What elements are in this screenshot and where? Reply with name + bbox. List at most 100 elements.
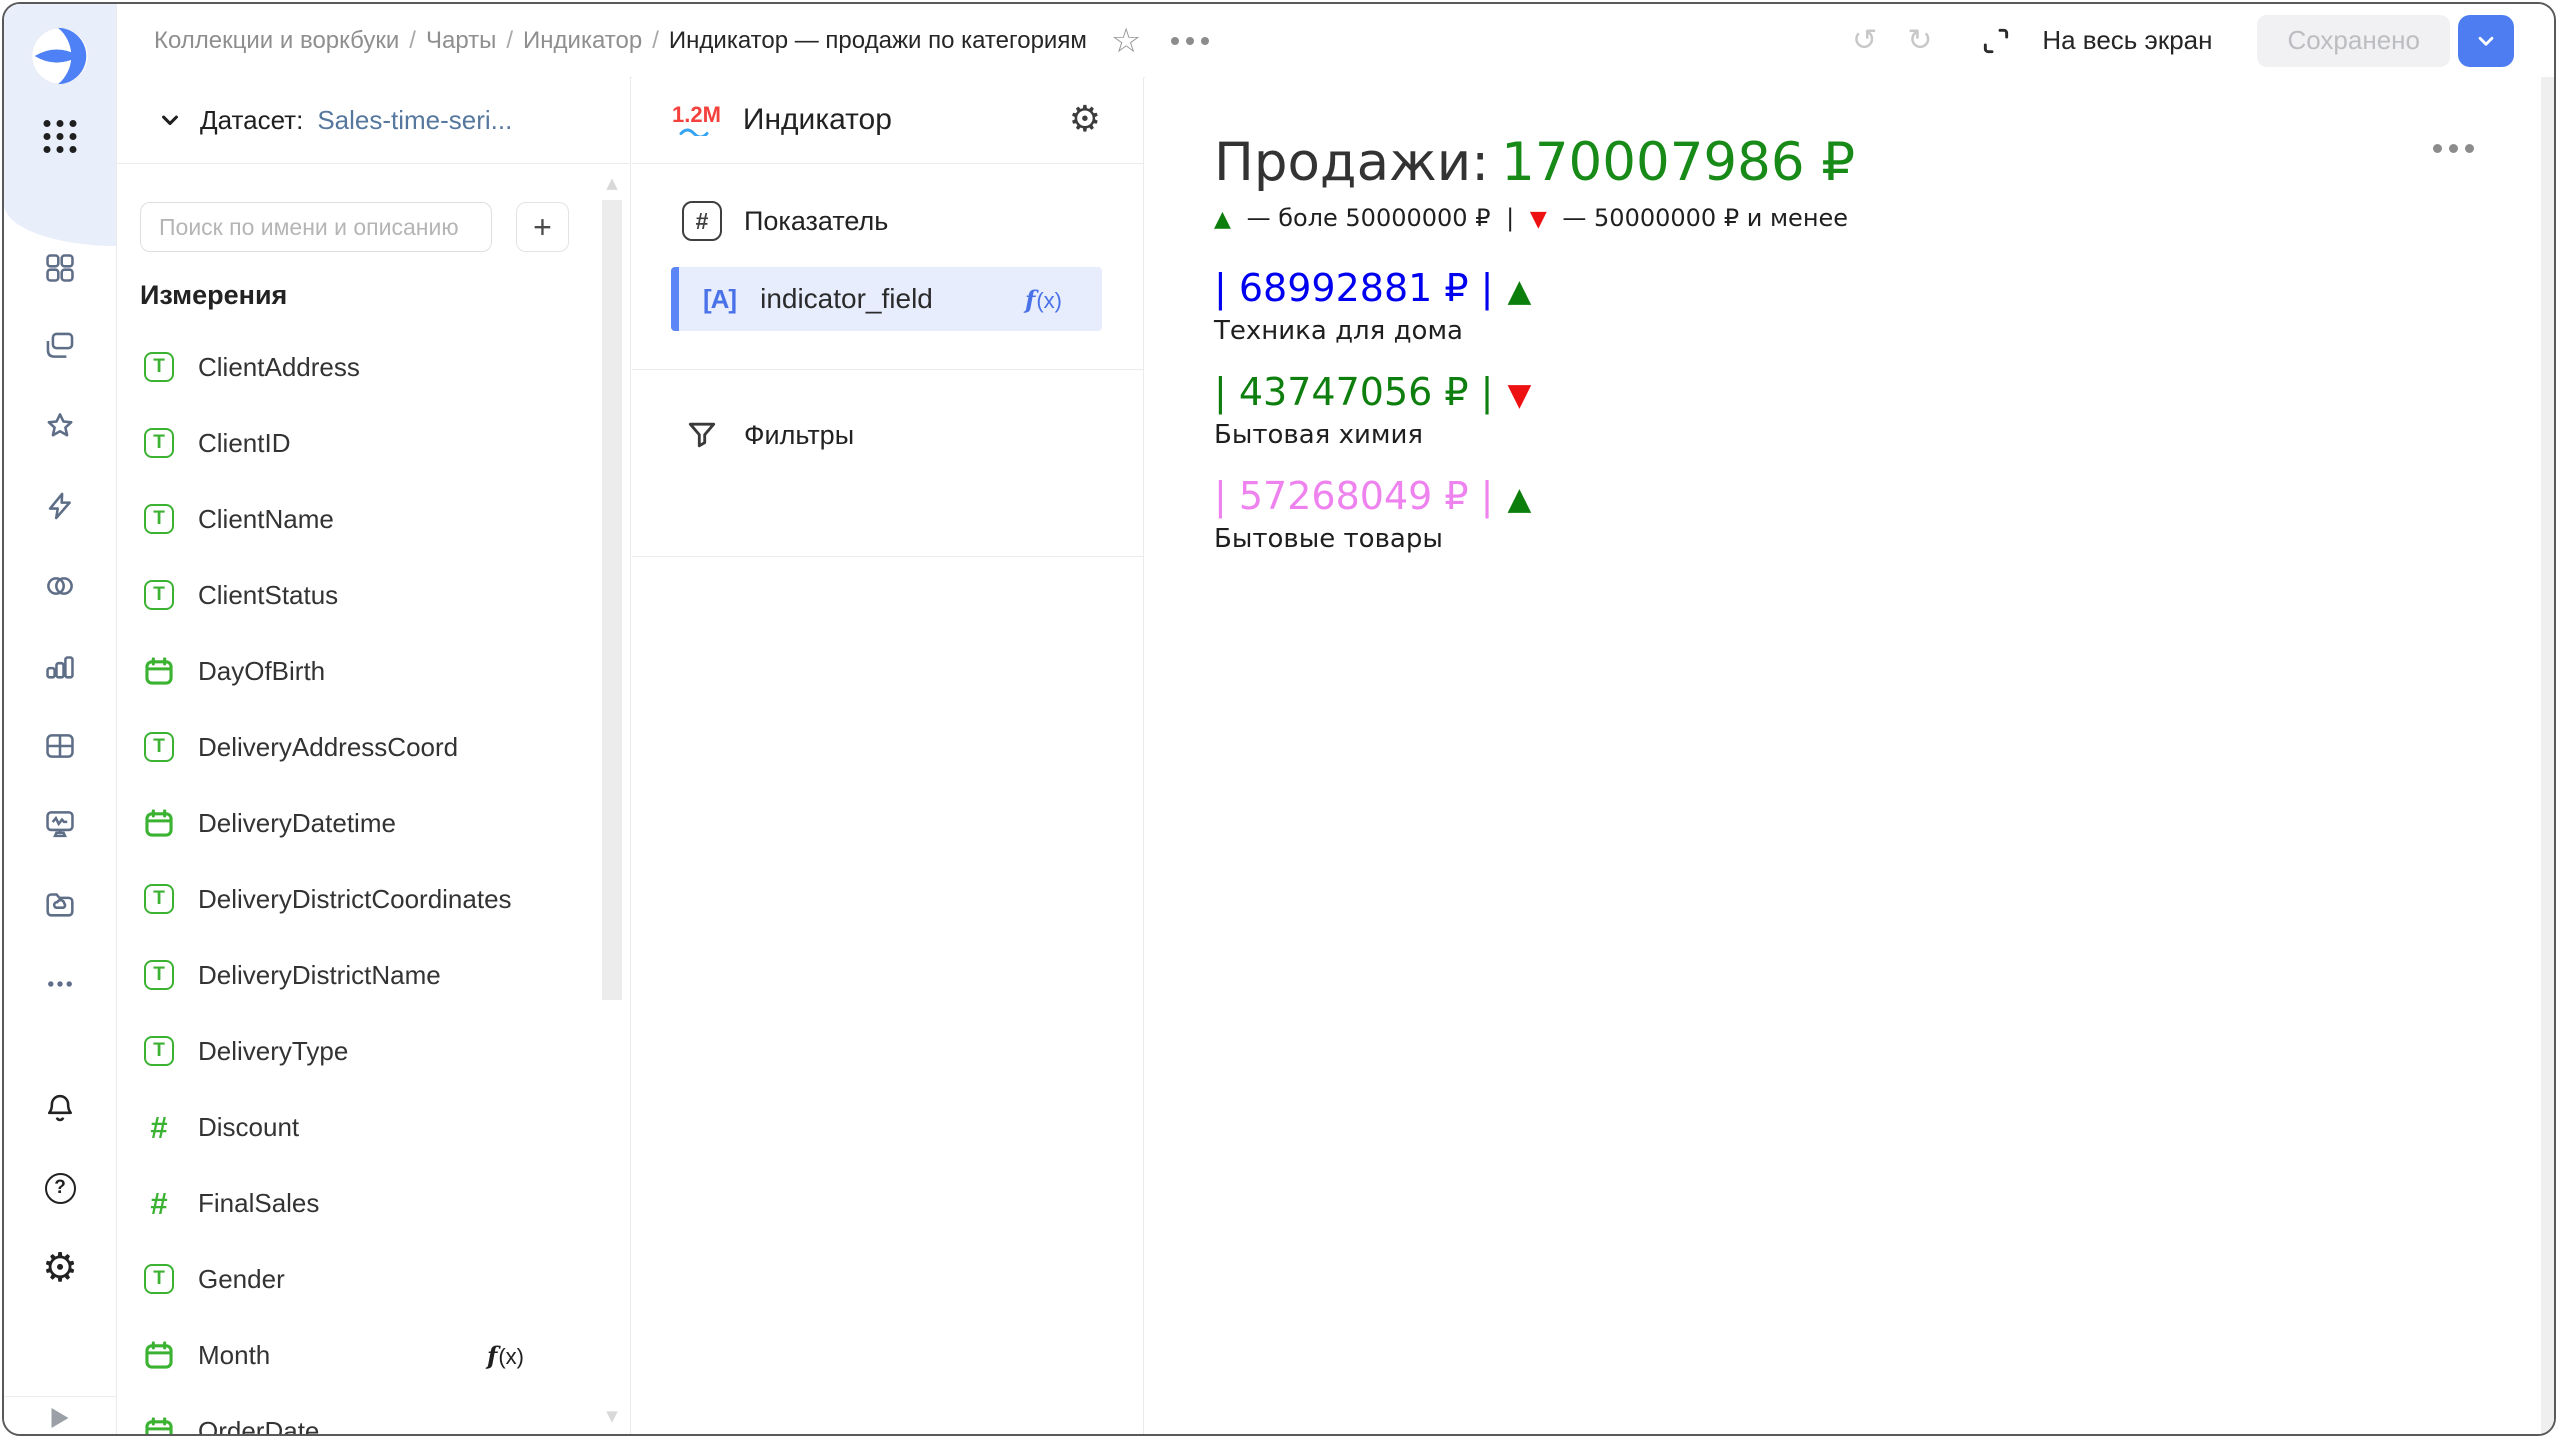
more-icon[interactable]: [1171, 37, 1209, 45]
indicator-value: | 43747056 ₽ |: [1214, 370, 1493, 414]
scrollbar-thumb[interactable]: [602, 200, 622, 1000]
expand-rail-icon[interactable]: [52, 1408, 69, 1428]
more-icon[interactable]: [40, 964, 80, 1004]
field-name: DeliveryAddressCoord: [198, 732, 458, 763]
dataset-field-row[interactable]: T ClientAddress: [116, 329, 602, 405]
connections-icon[interactable]: [40, 566, 80, 606]
scroll-down-icon[interactable]: ▼: [606, 1409, 618, 1424]
chart-preview-canvas: Продажи:170007986 ₽ ▲ — боле 50000000 ₽ …: [1145, 77, 2554, 1434]
dashboards-icon[interactable]: [40, 726, 80, 766]
datalens-logo[interactable]: [30, 26, 90, 86]
dataset-field-row[interactable]: T DeliveryDistrictName: [116, 937, 602, 1013]
indicator-total-value: 170007986 ₽: [1501, 132, 1855, 193]
indicator-value-line: | 43747056 ₽ |▼: [1214, 370, 1855, 417]
fullscreen-icon[interactable]: [1980, 25, 2012, 57]
field-name: DeliveryType: [198, 1036, 348, 1067]
field-type-icon: #: [142, 1186, 176, 1220]
left-navigation-rail: ? ⚙: [4, 4, 117, 1434]
charts-icon[interactable]: [40, 646, 80, 686]
dataset-field-row[interactable]: OrderDate: [116, 1393, 602, 1434]
measure-section-label: Показатель: [744, 206, 888, 237]
field-name: DeliveryDistrictName: [198, 960, 441, 991]
dataset-field-row[interactable]: T ClientID: [116, 405, 602, 481]
chart-settings-gear-icon[interactable]: ⚙: [1069, 102, 1101, 138]
field-name: FinalSales: [198, 1188, 319, 1219]
field-name: ClientStatus: [198, 580, 338, 611]
field-type-icon: [142, 806, 176, 840]
indicator-block: | 57268049 ₽ |▲ Бытовые товары: [1214, 474, 1855, 554]
dataset-field-row[interactable]: T DeliveryType: [116, 1013, 602, 1089]
field-name: DeliveryDatetime: [198, 808, 396, 839]
save-dropdown-button[interactable]: [2458, 15, 2514, 67]
undo-icon[interactable]: ↺: [1852, 26, 1877, 56]
indicator-value: | 68992881 ₽ |: [1214, 266, 1493, 310]
add-field-button[interactable]: +: [516, 202, 569, 252]
trend-triangle-icon: ▲: [1507, 273, 1531, 309]
chevron-down-icon[interactable]: [156, 106, 184, 134]
workbooks-icon[interactable]: [40, 248, 80, 288]
breadcrumb-separator: /: [652, 27, 659, 55]
indicator-category-label: Техника для дома: [1214, 316, 1855, 346]
indicator-value: | 57268049 ₽ |: [1214, 474, 1493, 518]
down-triangle-icon: ▼: [1530, 207, 1547, 232]
dataset-name-link[interactable]: Sales-time-seri...: [317, 105, 512, 136]
dataset-field-row[interactable]: T DeliveryDistrictCoordinates: [116, 861, 602, 937]
dataset-panel-header: Датасет: Sales-time-seri...: [116, 77, 630, 164]
chart-config-panel: 1.2M Индикатор ⚙ # Показатель [A] indica…: [632, 77, 1144, 1434]
dataset-scrollbar[interactable]: ▲ ▼: [601, 172, 623, 1434]
field-name: DayOfBirth: [198, 656, 325, 687]
indicator-chart-icon: 1.2M: [672, 104, 721, 136]
dataset-field-row[interactable]: DayOfBirth: [116, 633, 602, 709]
redo-icon[interactable]: ↻: [1907, 26, 1932, 56]
fullscreen-label[interactable]: На весь экран: [2042, 25, 2212, 56]
breadcrumb-charts[interactable]: Чарты: [426, 27, 496, 55]
dataset-field-row[interactable]: DeliveryDatetime: [116, 785, 602, 861]
chart-type-header: 1.2M Индикатор ⚙: [632, 77, 1143, 164]
breadcrumb: Коллекции и воркбуки / Чарты / Индикатор…: [154, 24, 1209, 58]
chart-more-icon[interactable]: [2433, 144, 2474, 153]
monitoring-icon[interactable]: [40, 804, 80, 844]
dataset-field-row[interactable]: # Discount: [116, 1089, 602, 1165]
indicator-values: | 68992881 ₽ | ▲ Техника для дома | 43747…: [1214, 266, 1855, 554]
indicator-title: Продажи:170007986 ₽: [1214, 133, 1855, 194]
dataset-field-row[interactable]: # FinalSales: [116, 1165, 602, 1241]
breadcrumb-separator: /: [506, 27, 513, 55]
dataset-label: Датасет:: [200, 105, 303, 136]
indicator-legend: ▲ — боле 50000000 ₽ | ▼ — 50000000 ₽ и м…: [1214, 204, 1855, 232]
dataset-field-row[interactable]: T Gender: [116, 1241, 602, 1317]
favorite-star-icon[interactable]: ☆: [1111, 24, 1141, 58]
help-icon[interactable]: ?: [40, 1168, 80, 1208]
trend-triangle-icon: ▲: [1507, 481, 1531, 517]
dataset-field-row[interactable]: T ClientStatus: [116, 557, 602, 633]
field-type-icon: T: [142, 350, 176, 384]
dataset-field-row[interactable]: T ClientName: [116, 481, 602, 557]
field-name: ClientID: [198, 428, 290, 459]
breadcrumb-collections[interactable]: Коллекции и воркбуки: [154, 27, 399, 55]
breadcrumb-indicator[interactable]: Индикатор: [523, 27, 642, 55]
page-title: Индикатор — продажи по категориям: [669, 27, 1087, 55]
section-divider: [632, 556, 1143, 557]
field-type-icon: T: [142, 958, 176, 992]
field-type-icon: [142, 1414, 176, 1434]
canvas-scrollbar[interactable]: [2541, 77, 2554, 1434]
indicator-value-line: | 68992881 ₽ | ▲: [1214, 266, 1855, 313]
favorites-icon[interactable]: [40, 406, 80, 446]
field-type-icon: T: [142, 502, 176, 536]
save-button[interactable]: Сохранено: [2257, 15, 2450, 67]
dataset-search-row: +: [140, 202, 569, 252]
notifications-icon[interactable]: [40, 1088, 80, 1128]
chart-type-selector[interactable]: Индикатор: [743, 103, 892, 137]
all-services-icon[interactable]: [44, 120, 77, 153]
scroll-up-icon[interactable]: ▲: [606, 176, 618, 191]
field-name: OrderDate: [198, 1416, 319, 1435]
dataset-field-row[interactable]: T DeliveryAddressCoord: [116, 709, 602, 785]
dataset-field-row[interactable]: Month f(x): [116, 1317, 602, 1393]
quick-actions-icon[interactable]: [40, 486, 80, 526]
storage-icon[interactable]: [40, 884, 80, 924]
collections-icon[interactable]: [40, 326, 80, 366]
search-input[interactable]: [140, 202, 492, 252]
measure-field-pill[interactable]: [A] indicator_field f(x): [671, 267, 1102, 331]
breadcrumb-separator: /: [409, 27, 416, 55]
settings-icon[interactable]: ⚙: [40, 1248, 80, 1288]
field-type-icon: #: [142, 1110, 176, 1144]
